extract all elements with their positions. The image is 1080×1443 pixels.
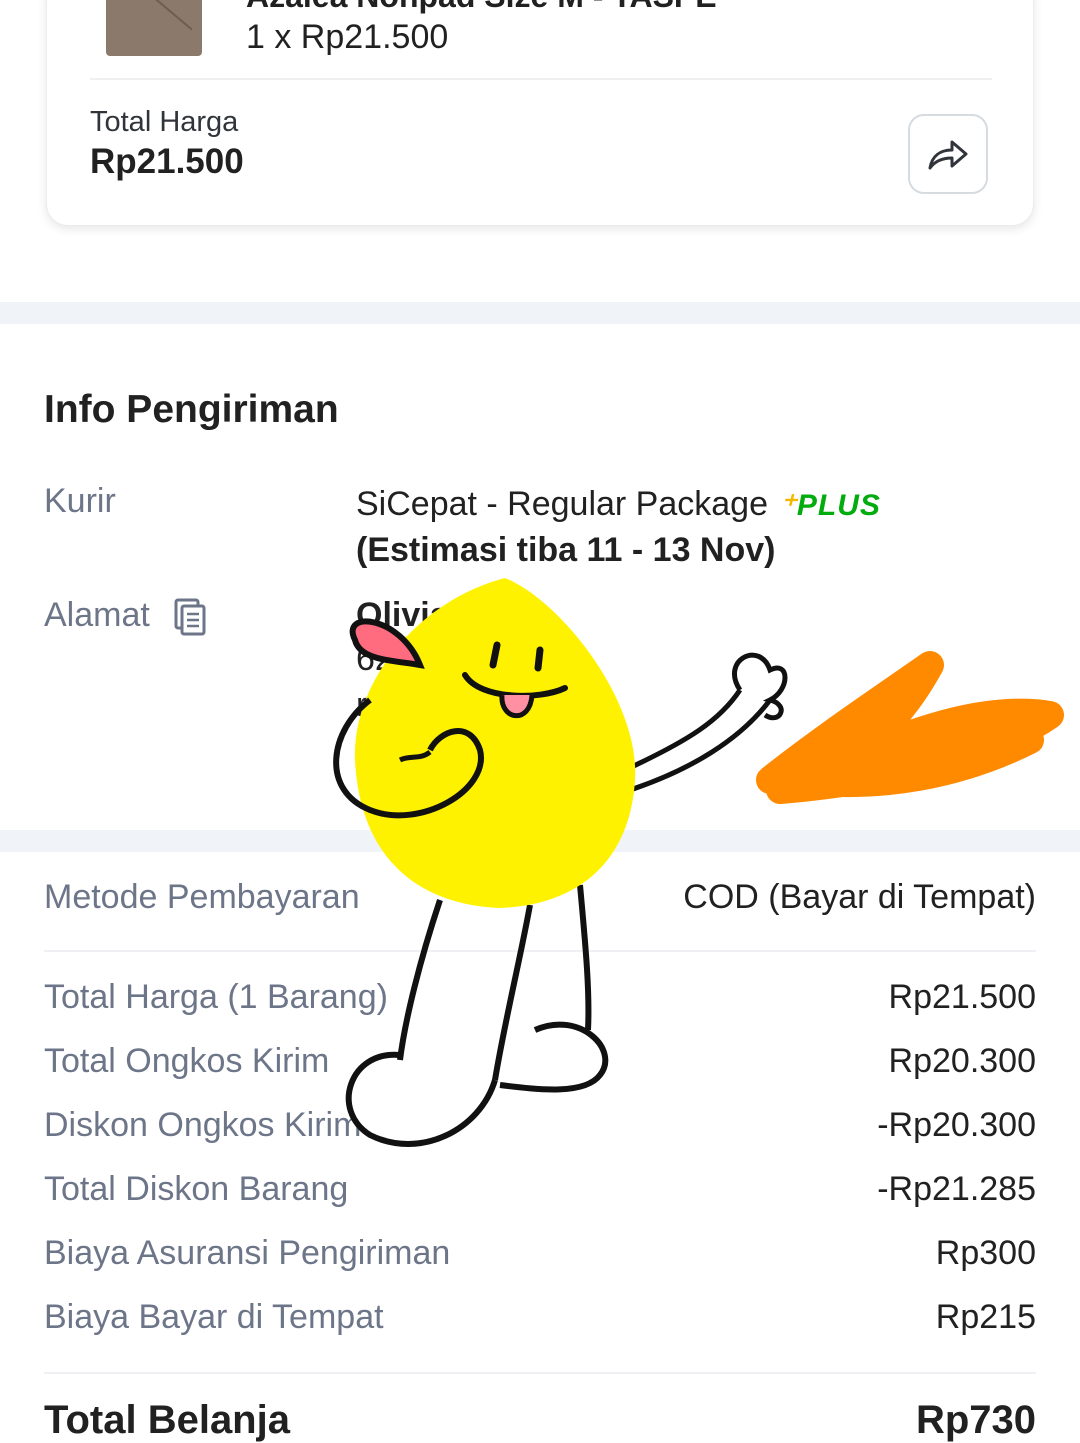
payment-row-label: Biaya Asuransi Pengiriman [44,1234,451,1272]
grand-total-label: Total Belanja [44,1398,290,1442]
address-line: r [356,686,368,724]
address-label: Alamat [44,596,150,634]
card-divider [90,78,992,80]
product-qty-price: 1 x Rp21.500 [246,18,449,56]
payment-method-label: Metode Pembayaran [44,878,360,916]
divider [44,950,1036,952]
payment-row-value: Rp20.300 [888,1042,1036,1080]
payment-row-value: Rp21.500 [888,978,1036,1016]
total-price-label: Total Harga [90,106,239,138]
address-recipient: Olivia [356,596,449,634]
payment-row-label: Diskon Ongkos Kirim [44,1106,362,1144]
payment-row-value: -Rp20.300 [877,1106,1036,1144]
payment-row-label: Total Diskon Barang [44,1170,349,1208]
orange-scribble-redaction [756,651,1064,804]
payment-method-value: COD (Bayar di Tempat) [683,878,1036,916]
payment-row-value: -Rp21.285 [877,1170,1036,1208]
total-price-value: Rp21.500 [90,142,244,181]
section-separator [0,302,1080,324]
copy-document-icon[interactable] [174,598,206,641]
courier-eta: (Estimasi tiba 11 - 13 Nov) [356,531,776,569]
courier-label: Kurir [44,482,116,520]
share-arrow-icon [928,140,968,170]
share-button[interactable] [908,114,988,194]
lemon-character-sticker [333,578,788,1147]
payment-row-value: Rp300 [935,1234,1036,1272]
courier-name: SiCepat - Regular Package [356,485,769,523]
payment-row-label: Total Ongkos Kirim [44,1042,330,1080]
address-phone: 62 [356,640,394,678]
shipping-info-title: Info Pengiriman [44,388,339,431]
address-line: S [356,732,379,770]
plus-badge: ⁺PLUS [780,489,881,522]
divider [44,1372,1036,1374]
payment-row-value: Rp215 [935,1298,1036,1336]
product-thumbnail[interactable] [106,0,202,56]
courier-value: SiCepat - Regular Package ⁺PLUS (Estimasi… [356,482,881,572]
grand-total-value: Rp730 [915,1398,1036,1442]
payment-row-label: Biaya Bayar di Tempat [44,1298,384,1336]
payment-row-label: Total Harga (1 Barang) [44,978,388,1016]
product-name[interactable]: Azalea Nonpad Size M - TASPE [246,0,717,15]
section-separator [0,830,1080,852]
